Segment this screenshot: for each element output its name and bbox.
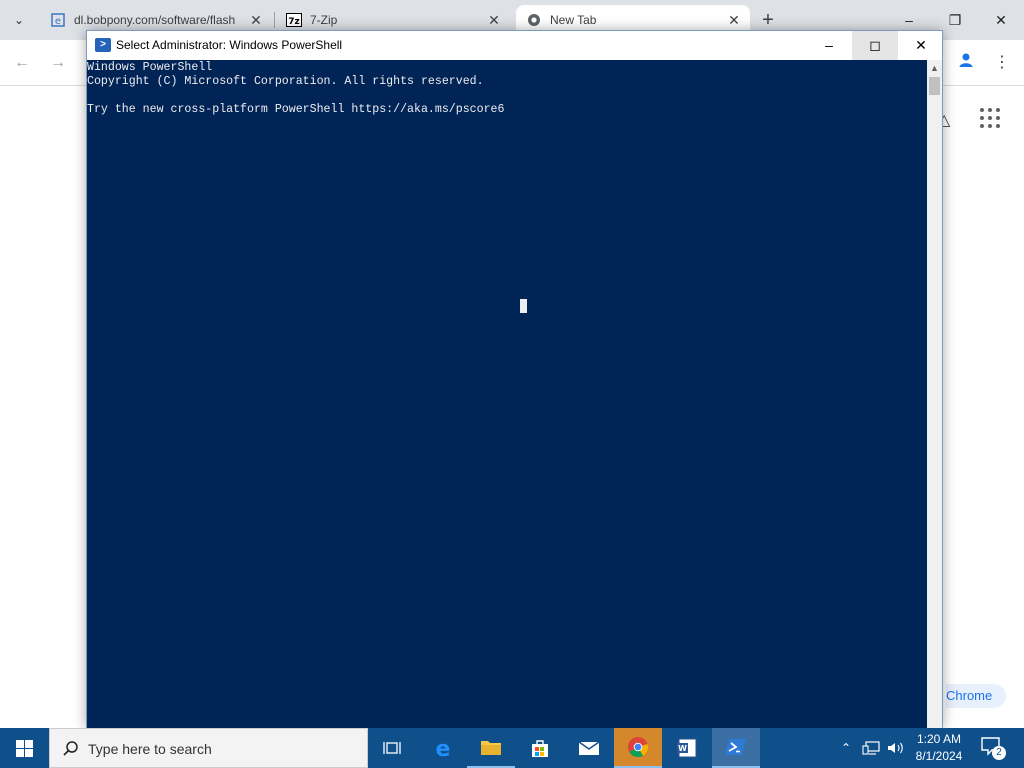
close-icon[interactable]: ✕ <box>898 31 944 60</box>
volume-icon[interactable] <box>885 728 907 768</box>
powershell-icon: > <box>95 38 111 52</box>
edge-icon[interactable]: e <box>419 728 467 768</box>
text-cursor <box>520 299 527 313</box>
new-tab-plus-icon[interactable]: + <box>758 10 778 30</box>
back-arrow-icon[interactable]: ← <box>11 52 33 74</box>
console-line: Copyright (C) Microsoft Corporation. All… <box>87 75 484 88</box>
svg-text:e: e <box>55 16 61 27</box>
svg-text:7z: 7z <box>288 17 300 27</box>
google-apps-grid-icon[interactable] <box>980 108 1000 128</box>
store-icon[interactable] <box>516 728 564 768</box>
tab-title: dl.bobpony.com/software/flash <box>74 13 236 27</box>
minimize-icon[interactable]: – <box>806 31 852 60</box>
svg-text:W: W <box>678 744 687 753</box>
taskbar: Type here to search e W ⌃ 1:20 AM 8/1/20… <box>0 728 1024 768</box>
maximize-icon[interactable]: ◻ <box>852 31 898 60</box>
file-explorer-icon[interactable] <box>467 728 515 768</box>
search-icon <box>62 740 80 763</box>
chrome-restore-icon[interactable]: ❐ <box>943 8 967 32</box>
tab-close-icon[interactable]: ✕ <box>726 12 742 28</box>
chrome-menu-kebab-icon[interactable]: ⋮ <box>991 52 1013 74</box>
console-line: Windows PowerShell <box>87 61 213 74</box>
windows-start-icon[interactable] <box>0 728 48 768</box>
taskbar-search-box[interactable]: Type here to search <box>49 728 368 768</box>
forward-arrow-icon[interactable]: → <box>47 52 69 74</box>
tab-close-icon[interactable]: ✕ <box>248 12 264 28</box>
powershell-icon[interactable] <box>712 728 760 768</box>
clock-time: 1:20 AM <box>916 732 962 746</box>
task-view-icon[interactable] <box>368 728 416 768</box>
scrollbar-thumb[interactable] <box>929 77 940 95</box>
tab-separator <box>274 12 275 28</box>
action-center-icon[interactable]: 2 <box>980 736 1006 760</box>
console-output[interactable]: Windows PowerShell Copyright (C) Microso… <box>87 60 927 728</box>
wordpad-icon[interactable]: W <box>663 728 711 768</box>
vertical-scrollbar[interactable]: ▲ <box>927 60 942 728</box>
notification-count-badge: 2 <box>992 746 1006 760</box>
7zip-icon: 7z <box>286 12 302 28</box>
tab-title: 7-Zip <box>310 13 338 27</box>
show-hidden-icons-chevron-icon[interactable]: ⌃ <box>837 728 855 768</box>
network-icon[interactable] <box>860 728 882 768</box>
tab-search-chevron-icon[interactable]: ⌄ <box>8 9 30 31</box>
console-line: Try the new cross-platform PowerShell ht… <box>87 103 505 116</box>
taskbar-clock[interactable]: 1:20 AM 8/1/2024 <box>906 731 972 765</box>
search-placeholder: Type here to search <box>88 741 212 757</box>
powershell-titlebar[interactable]: > Select Administrator: Windows PowerShe… <box>87 31 942 60</box>
chrome-close-icon[interactable]: ✕ <box>989 8 1013 32</box>
scroll-up-arrow-icon[interactable]: ▲ <box>927 62 942 75</box>
window-title: Select Administrator: Windows PowerShell <box>116 38 343 52</box>
ie-page-icon: e <box>50 12 66 28</box>
customize-chrome-button[interactable]: Chrome <box>946 684 1006 708</box>
chrome-minimize-icon[interactable]: – <box>897 8 921 32</box>
svg-text:e: e <box>436 737 451 759</box>
chrome-icon <box>526 12 542 28</box>
profile-icon[interactable] <box>955 52 977 74</box>
chrome-icon[interactable] <box>614 728 662 768</box>
tab-close-icon[interactable]: ✕ <box>486 12 502 28</box>
mail-icon[interactable] <box>565 728 613 768</box>
powershell-window: > Select Administrator: Windows PowerShe… <box>86 30 943 728</box>
clock-date: 8/1/2024 <box>915 749 963 763</box>
tab-title: New Tab <box>550 13 597 27</box>
